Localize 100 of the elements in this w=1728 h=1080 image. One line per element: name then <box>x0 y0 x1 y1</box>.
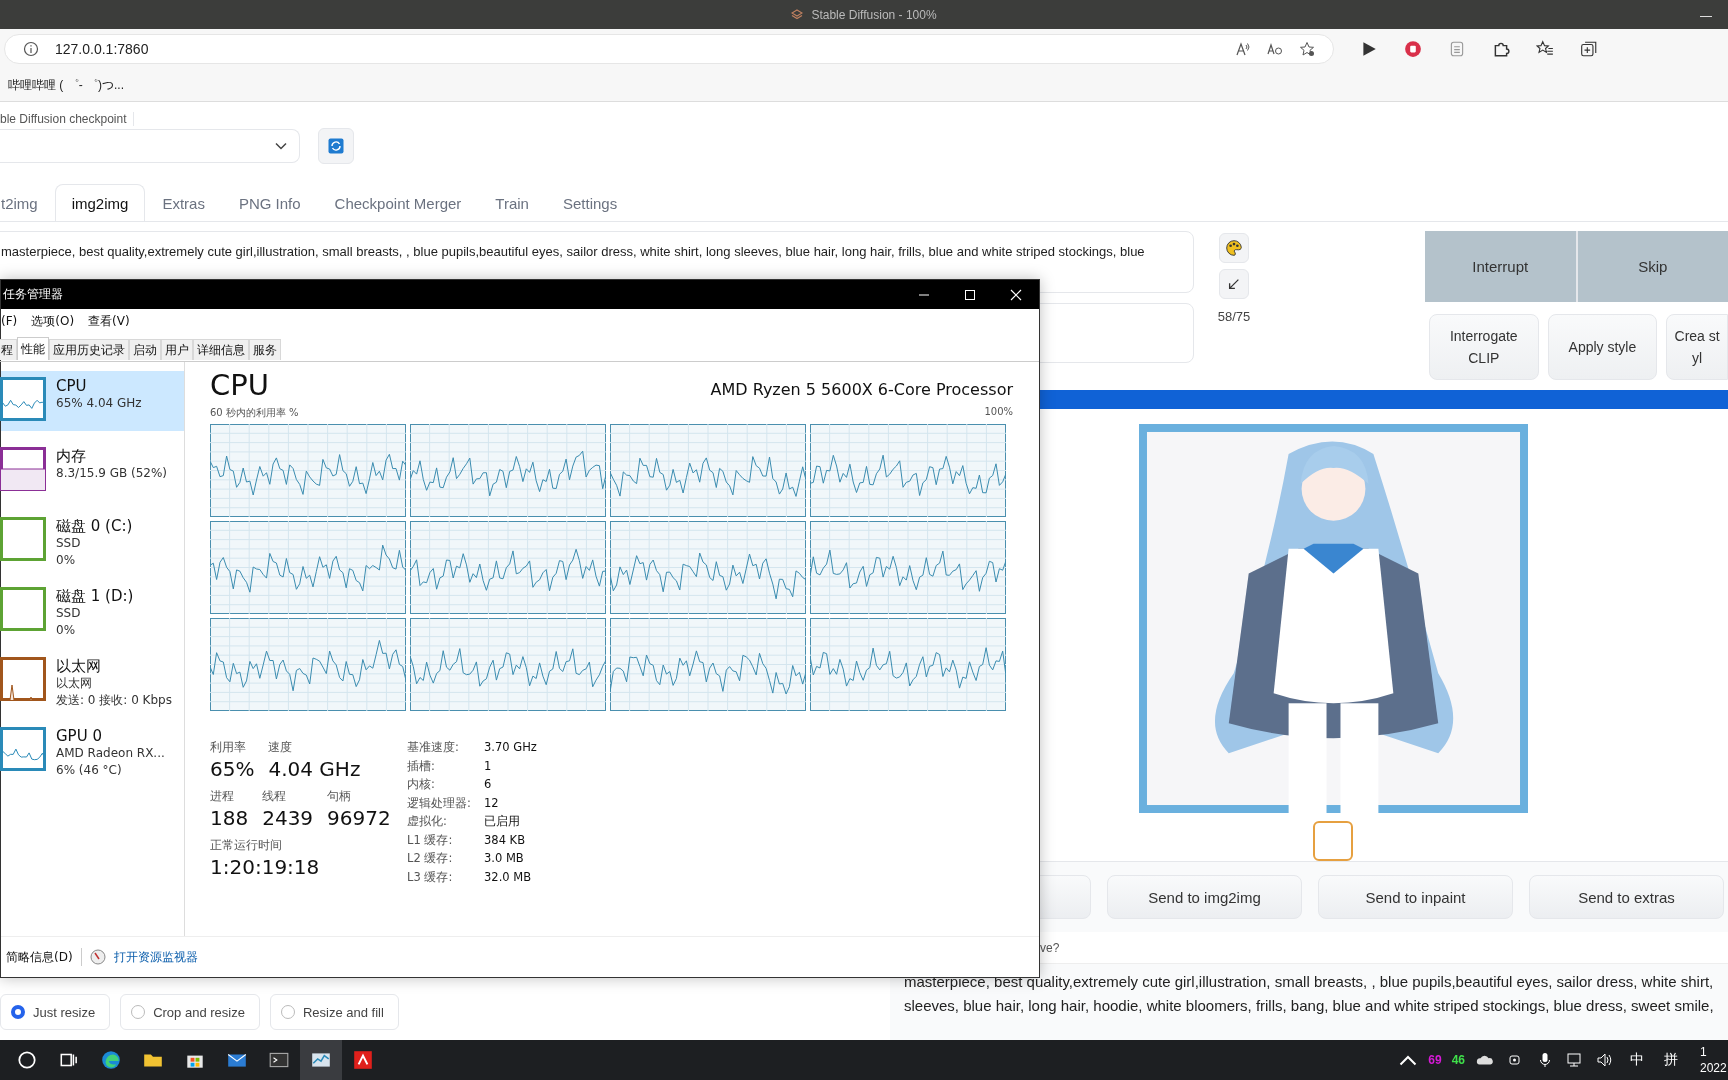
stat-value: 2439 <box>262 805 314 831</box>
detail-label: L3 缓存: <box>407 868 454 885</box>
clipboard-icon[interactable] <box>1448 40 1466 58</box>
tab[interactable]: Train <box>478 184 546 221</box>
tab[interactable]: 应用历史记录 <box>49 339 129 360</box>
detail-value: 3.0 MB <box>484 850 525 867</box>
fewer-details-link[interactable]: 简略信息(D) <box>6 948 73 966</box>
resource-detail: 以太网 <box>56 675 93 692</box>
arrow-button[interactable] <box>1219 269 1249 299</box>
arrow-icon <box>1227 277 1241 291</box>
resource-detail: SSD <box>56 535 82 552</box>
translate-icon[interactable] <box>1267 41 1283 57</box>
clock-text[interactable]: 2022 <box>1700 1060 1727 1076</box>
favorites-icon[interactable] <box>1536 40 1554 58</box>
resize-option[interactable]: Resize and fill <box>269 994 399 1030</box>
resource-item[interactable]: 磁盘 0 (C:) SSD 0% <box>1 511 184 571</box>
resource-detail: 65% 4.04 GHz <box>56 395 142 412</box>
resource-item[interactable]: 以太网 以太网 发送: 0 接收: 0 Kbps <box>1 651 184 711</box>
send-button[interactable]: Send to img2img <box>1107 875 1302 919</box>
gauge-icon[interactable] <box>89 949 106 965</box>
network-icon[interactable] <box>1566 1052 1584 1068</box>
detail-value: 384 KB <box>484 831 527 848</box>
resource-detail: 发送: 0 接收: 0 Kbps <box>56 692 172 709</box>
detail-label: L2 缓存: <box>407 850 454 867</box>
paint-palette-button[interactable] <box>1219 233 1249 263</box>
play-icon[interactable] <box>1360 40 1378 58</box>
detail-value: 3.70 GHz <box>484 739 537 756</box>
resource-item[interactable]: CPU 65% 4.04 GHz <box>1 371 184 431</box>
bookmark-link[interactable]: 哔哩哔哩 ( ゜- ゜)つ... <box>8 76 124 94</box>
tab[interactable]: Checkpoint Merger <box>317 184 479 221</box>
tab[interactable]: 启动 <box>129 339 161 360</box>
resource-detail: 8.3/15.9 GB (52%) <box>56 465 168 482</box>
minimize-icon[interactable] <box>1700 16 1712 18</box>
input-method-indicator[interactable]: 拼 <box>1664 1051 1678 1069</box>
resource-name: 内存 <box>56 447 87 465</box>
speaker-icon[interactable] <box>1596 1052 1614 1068</box>
resource-detail: 6% (46 °C) <box>56 762 123 779</box>
token-counter: 58/75 <box>1217 309 1251 324</box>
stat-value: 188 <box>210 805 249 831</box>
stat-value: 96972 <box>327 805 391 831</box>
send-button[interactable]: Send to inpaint <box>1318 875 1513 919</box>
menu-item[interactable]: 选项(O) <box>31 312 75 330</box>
resource-name: GPU 0 <box>56 727 103 745</box>
graph-label: 60 秒内的利用率 % <box>210 406 299 420</box>
tab[interactable]: 服务 <box>249 339 281 360</box>
checkpoint-label: ble Diffusion checkpoint <box>0 112 134 126</box>
tab[interactable]: t2img <box>0 184 55 221</box>
refresh-button[interactable] <box>318 128 354 164</box>
tab[interactable]: 性能 <box>17 337 49 360</box>
input-method-indicator[interactable]: 中 <box>1630 1051 1644 1069</box>
clock-text[interactable]: 1 <box>1700 1044 1707 1060</box>
task-manager-icon[interactable] <box>300 1040 342 1080</box>
tray-reading[interactable]: 69 <box>1428 1053 1442 1067</box>
resource-detail: 0% <box>56 622 77 639</box>
tab[interactable]: 程 <box>0 339 17 360</box>
info-icon[interactable] <box>23 41 39 57</box>
resource-item[interactable]: 磁盘 1 (D:) SSD 0% <box>1 581 184 641</box>
tab[interactable]: 用户 <box>161 339 193 360</box>
resource-name: 磁盘 1 (D:) <box>56 587 134 605</box>
stat-label: 正常运行时间 <box>210 837 283 854</box>
resource-name: 磁盘 0 (C:) <box>56 517 133 535</box>
style-button[interactable]: Crea styl <box>1666 314 1728 380</box>
read-aloud-icon[interactable] <box>1235 41 1251 57</box>
stat-value: 1:20:19:18 <box>210 854 320 880</box>
graph-max-label: 100% <box>984 406 1013 419</box>
stop-sign-icon[interactable] <box>1404 40 1422 58</box>
resize-option[interactable]: Crop and resize <box>120 994 260 1030</box>
style-button[interactable]: Interrogate CLIP <box>1429 314 1539 380</box>
menu-item[interactable]: (F) <box>1 314 18 328</box>
style-button[interactable]: Apply style <box>1547 314 1658 380</box>
prompt-text: sleeves, blue hair, long hair, hoodie, white bloomers, frills, bang, blue and white striped stockings, blue dress, sweet smile, <box>904 996 1715 1016</box>
address-bar[interactable]: 127.0.0.1:7860 <box>4 34 1334 64</box>
detail-label: 基准速度: <box>407 739 460 756</box>
resize-option[interactable]: Just resize <box>0 994 111 1030</box>
tab[interactable]: 详细信息 <box>193 339 249 360</box>
checkpoint-dropdown[interactable] <box>0 129 300 163</box>
collections-icon[interactable] <box>1580 40 1598 58</box>
tab[interactable]: img2img <box>54 184 146 221</box>
tab[interactable]: Extras <box>145 184 222 221</box>
detail-value: 6 <box>484 776 493 793</box>
resource-heading: CPU <box>210 368 269 402</box>
resource-monitor-link[interactable]: 打开资源监视器 <box>113 948 198 966</box>
tab[interactable]: Settings <box>545 184 635 221</box>
resource-item[interactable]: GPU 0 AMD Radeon RX... 6% (46 °C) <box>1 721 184 781</box>
send-button[interactable]: Send to extras <box>1529 875 1724 919</box>
resource-detail: AMD Radeon RX... <box>56 745 165 762</box>
tray-reading[interactable]: 46 <box>1451 1053 1465 1067</box>
menu-item[interactable]: 查看(V) <box>88 312 130 330</box>
favorite-icon[interactable] <box>1299 41 1315 57</box>
action-button[interactable]: Skip <box>1577 231 1728 302</box>
extensions-icon[interactable] <box>1492 40 1510 58</box>
resource-name: CPU <box>56 377 88 395</box>
resource-item[interactable]: 内存 8.3/15.9 GB (52%) <box>1 441 184 501</box>
stat-value: 65% <box>210 756 255 782</box>
window-title: Stable Diffusion - 100% <box>811 7 937 22</box>
tab[interactable]: PNG Info <box>221 184 318 221</box>
app-icon <box>791 8 804 21</box>
stat-value: 4.04 GHz <box>268 756 361 782</box>
action-button[interactable]: Interrupt <box>1425 231 1576 302</box>
processor-name: AMD Ryzen 5 5600X 6-Core Processor <box>710 380 1013 399</box>
